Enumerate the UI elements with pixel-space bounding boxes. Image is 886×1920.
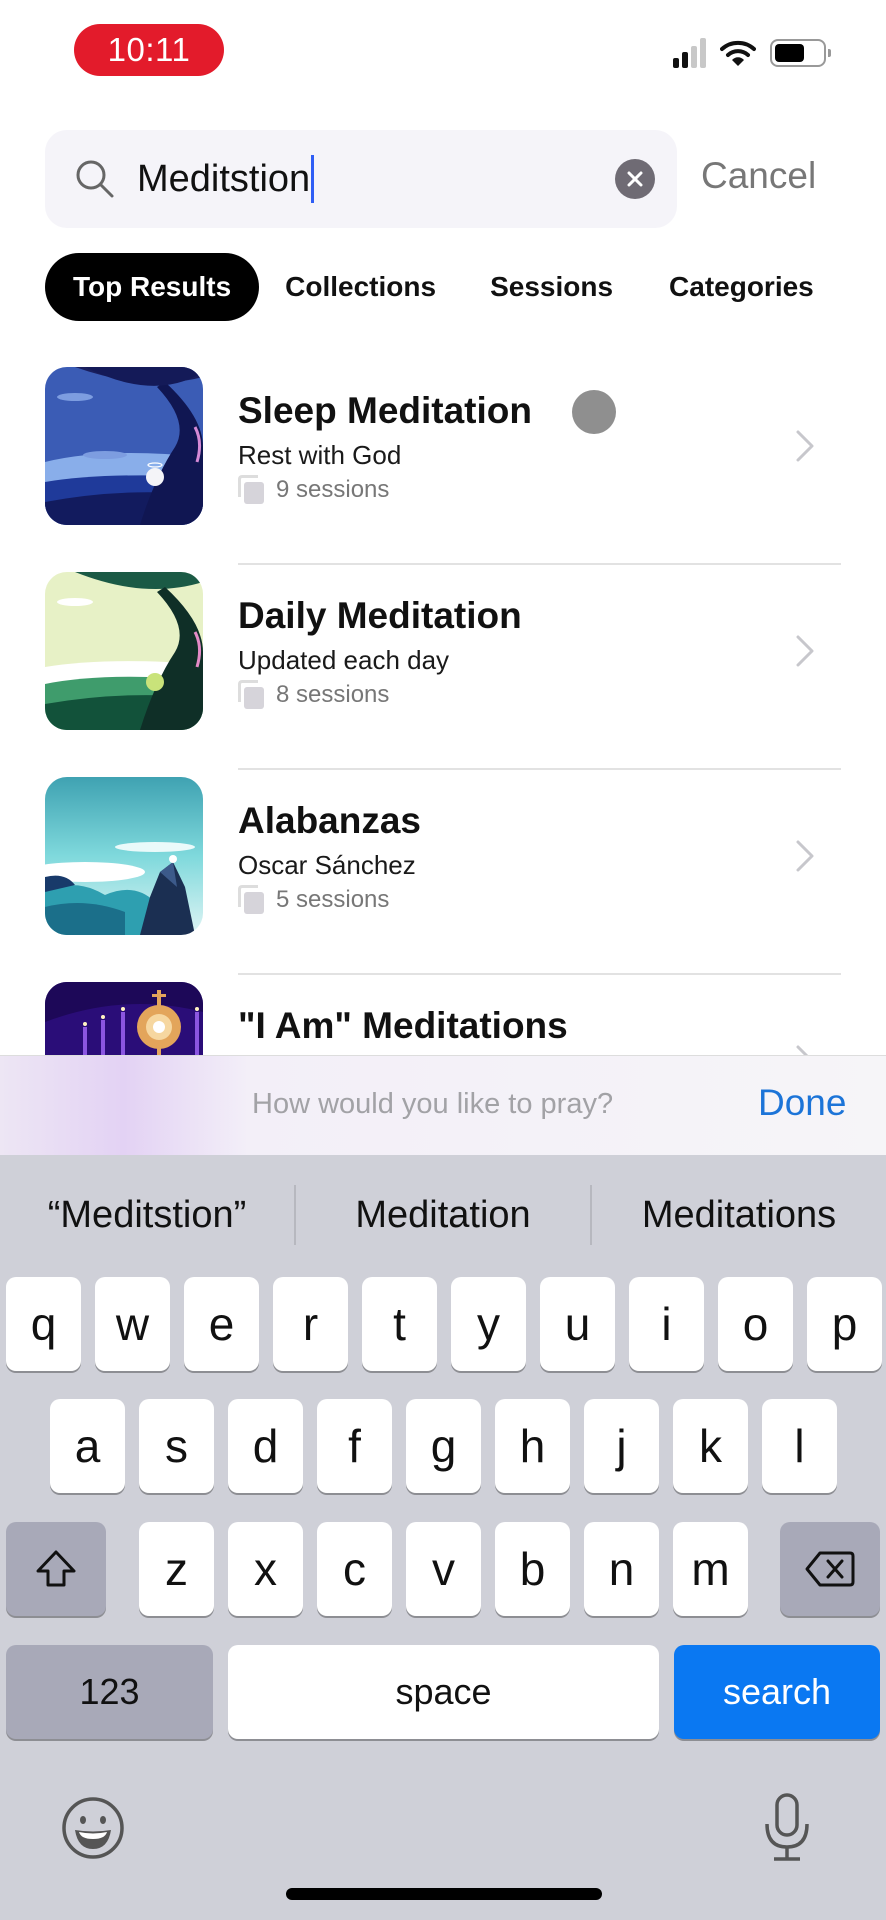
search-input[interactable]: Meditstion	[45, 130, 677, 228]
key-q[interactable]: q	[6, 1277, 81, 1371]
key-s[interactable]: s	[139, 1399, 214, 1493]
home-indicator	[286, 1888, 602, 1900]
shift-icon	[36, 1550, 76, 1587]
sessions-count-text: 9 sessions	[276, 476, 390, 503]
key-t[interactable]: t	[362, 1277, 437, 1371]
list-item[interactable]: Alabanzas Oscar Sánchez 5 sessions	[0, 770, 886, 975]
delete-key[interactable]	[780, 1522, 880, 1616]
chevron-right-icon	[796, 430, 814, 462]
item-session-count: 9 sessions	[238, 475, 389, 505]
sessions-count-text: 8 sessions	[276, 681, 390, 708]
touch-indicator	[572, 390, 616, 434]
text-caret	[311, 155, 315, 203]
emoji-icon[interactable]	[60, 1795, 126, 1861]
suggestion-meditation[interactable]: Meditation	[296, 1194, 590, 1237]
predictive-suggestions: “Meditstion” Meditation Meditations	[0, 1155, 886, 1275]
delete-icon	[805, 1551, 855, 1587]
item-subtitle: Oscar Sánchez	[238, 850, 416, 880]
item-session-count: 5 sessions	[238, 885, 389, 915]
space-key[interactable]: space	[228, 1645, 659, 1739]
search-icon	[76, 160, 114, 198]
night-tree-art	[45, 367, 203, 525]
key-m[interactable]: m	[673, 1522, 748, 1616]
item-title: Alabanzas	[238, 800, 422, 841]
cancel-button[interactable]: Cancel	[701, 155, 816, 197]
item-subtitle: Rest with God	[238, 440, 402, 470]
sessions-stack-icon	[238, 475, 268, 505]
item-session-count: 8 sessions	[238, 680, 389, 710]
sessions-stack-icon	[238, 885, 268, 915]
item-title: "I Am" Meditations	[238, 1005, 568, 1046]
key-g[interactable]: g	[406, 1399, 481, 1493]
key-v[interactable]: v	[406, 1522, 481, 1616]
wifi-icon	[720, 40, 756, 66]
accessory-prompt: How would you like to pray?	[252, 1088, 614, 1120]
clear-icon	[627, 171, 643, 187]
tab-categories[interactable]: Categories	[641, 253, 842, 321]
result-tabs: Top Results Collections Sessions Categor…	[45, 253, 842, 321]
tab-top-results[interactable]: Top Results	[45, 253, 260, 321]
key-p[interactable]: p	[807, 1277, 882, 1371]
item-subtitle: Updated each day	[238, 645, 450, 675]
status-icons	[673, 38, 831, 68]
sessions-count-text: 5 sessions	[276, 886, 390, 913]
item-title: Daily Meditation	[238, 595, 522, 636]
search-key[interactable]: search	[674, 1645, 880, 1739]
key-w[interactable]: w	[95, 1277, 170, 1371]
suggestion-literal[interactable]: “Meditstion”	[0, 1194, 294, 1237]
done-button[interactable]: Done	[758, 1082, 846, 1124]
key-n[interactable]: n	[584, 1522, 659, 1616]
key-x[interactable]: x	[228, 1522, 303, 1616]
key-c[interactable]: c	[317, 1522, 392, 1616]
key-j[interactable]: j	[584, 1399, 659, 1493]
shift-key[interactable]	[6, 1522, 106, 1616]
sessions-stack-icon	[238, 680, 268, 710]
tab-sessions[interactable]: Sessions	[464, 253, 641, 321]
key-e[interactable]: e	[184, 1277, 259, 1371]
keyboard-accessory-bar: How would you like to pray? Done	[0, 1055, 886, 1155]
clear-search-button[interactable]	[615, 159, 655, 199]
search-field-text[interactable]: Meditstion	[137, 155, 315, 203]
status-bar: 10:11	[0, 0, 886, 110]
tab-collections[interactable]: Collections	[257, 253, 464, 321]
list-item[interactable]: Daily Meditation Updated each day 8 sess…	[0, 565, 886, 770]
status-time: 10:11	[74, 24, 224, 76]
microphone-icon[interactable]	[762, 1792, 812, 1864]
key-o[interactable]: o	[718, 1277, 793, 1371]
item-title: Sleep Meditation	[238, 390, 532, 431]
key-r[interactable]: r	[273, 1277, 348, 1371]
key-u[interactable]: u	[540, 1277, 615, 1371]
key-a[interactable]: a	[50, 1399, 125, 1493]
mountain-clouds-art	[45, 777, 203, 935]
key-i[interactable]: i	[629, 1277, 704, 1371]
key-z[interactable]: z	[139, 1522, 214, 1616]
key-f[interactable]: f	[317, 1399, 392, 1493]
battery-icon	[770, 39, 831, 67]
key-d[interactable]: d	[228, 1399, 303, 1493]
key-y[interactable]: y	[451, 1277, 526, 1371]
cellular-signal-icon	[673, 38, 706, 68]
search-query: Meditstion	[137, 157, 311, 200]
suggestion-meditations[interactable]: Meditations	[592, 1194, 886, 1237]
key-h[interactable]: h	[495, 1399, 570, 1493]
numbers-key[interactable]: 123	[6, 1645, 213, 1739]
day-tree-art	[45, 572, 203, 730]
chevron-right-icon	[796, 840, 814, 872]
key-l[interactable]: l	[762, 1399, 837, 1493]
list-item[interactable]: Sleep Meditation Rest with God 9 session…	[0, 360, 886, 565]
chevron-right-icon	[796, 635, 814, 667]
key-k[interactable]: k	[673, 1399, 748, 1493]
key-b[interactable]: b	[495, 1522, 570, 1616]
